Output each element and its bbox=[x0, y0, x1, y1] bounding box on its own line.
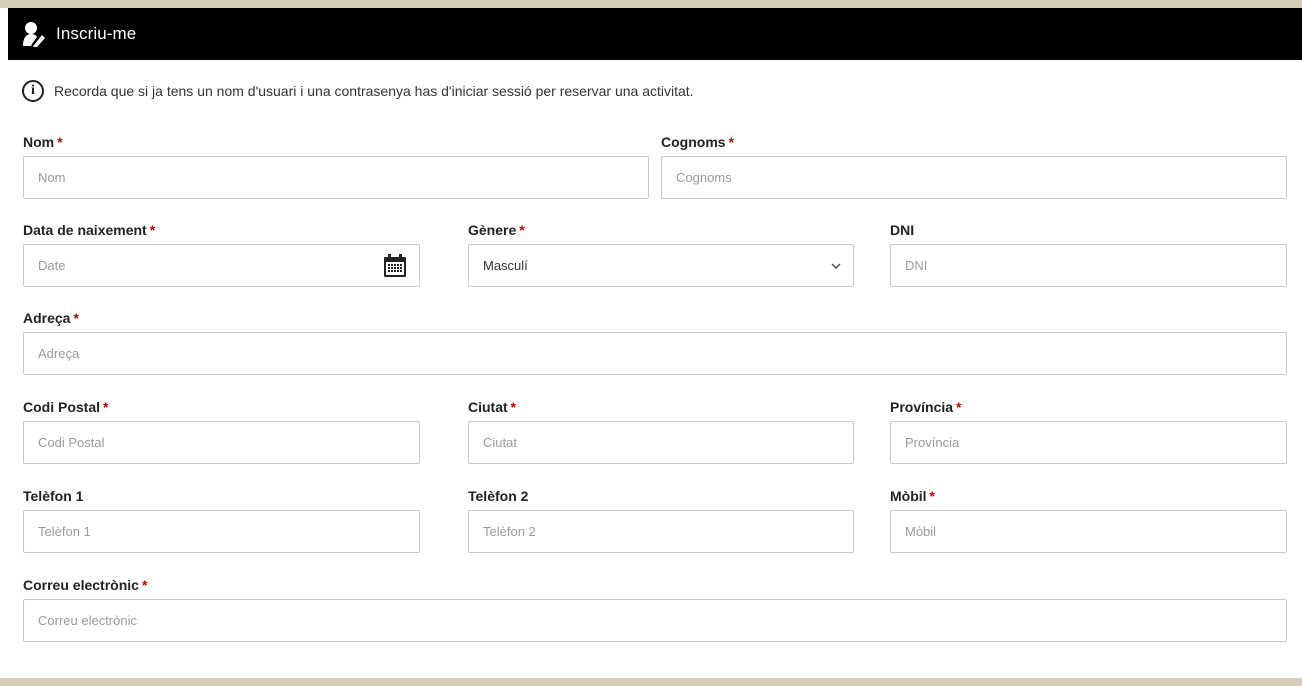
telefon1-label: Telèfon 1 bbox=[23, 488, 84, 504]
ciutat-input[interactable]: Ciutat bbox=[468, 421, 854, 464]
telefon2-input[interactable]: Telèfon 2 bbox=[468, 510, 854, 553]
field-dni: DNI DNI bbox=[890, 220, 1287, 287]
ciutat-label: Ciutat * bbox=[468, 399, 517, 415]
field-telefon1: Telèfon 1 Telèfon 1 bbox=[23, 486, 420, 553]
codi-postal-label: Codi Postal * bbox=[23, 399, 109, 415]
telefon1-input[interactable]: Telèfon 1 bbox=[23, 510, 420, 553]
nom-label: Nom * bbox=[23, 134, 63, 150]
codi-postal-input[interactable]: Codi Postal bbox=[23, 421, 420, 464]
field-provincia: Província * Província bbox=[890, 397, 1287, 464]
login-notice: i Recorda que si ja tens un nom d'usuari… bbox=[22, 80, 694, 102]
registration-panel: Inscriu-me i Recorda que si ja tens un n… bbox=[8, 8, 1302, 678]
info-icon: i bbox=[22, 80, 44, 102]
provincia-label: Província * bbox=[890, 399, 962, 415]
field-codi-postal: Codi Postal * Codi Postal bbox=[23, 397, 420, 464]
chevron-down-icon bbox=[831, 260, 841, 272]
field-telefon2: Telèfon 2 Telèfon 2 bbox=[468, 486, 854, 553]
mobil-label: Mòbil * bbox=[890, 488, 935, 504]
genere-select[interactable]: Masculí bbox=[468, 244, 854, 287]
provincia-input[interactable]: Província bbox=[890, 421, 1287, 464]
field-mobil: Mòbil * Mòbil bbox=[890, 486, 1287, 553]
field-data-naixement: Data de naixement * Date bbox=[23, 220, 420, 287]
calendar-icon[interactable] bbox=[383, 254, 407, 278]
dni-label: DNI bbox=[890, 222, 915, 238]
notice-text: Recorda que si ja tens un nom d'usuari i… bbox=[54, 83, 694, 99]
date-placeholder: Date bbox=[38, 258, 66, 273]
data-naixement-label: Data de naixement * bbox=[23, 222, 156, 238]
date-input[interactable]: Date bbox=[23, 244, 420, 287]
genere-selected-value: Masculí bbox=[483, 258, 528, 273]
field-nom: Nom * Nom bbox=[23, 132, 649, 199]
mobil-input[interactable]: Mòbil bbox=[890, 510, 1287, 553]
cognoms-input[interactable]: Cognoms bbox=[661, 156, 1287, 199]
field-ciutat: Ciutat * Ciutat bbox=[468, 397, 854, 464]
adreca-input[interactable]: Adreça bbox=[23, 332, 1287, 375]
top-strip bbox=[0, 0, 1302, 8]
field-adreca: Adreça * Adreça bbox=[23, 308, 1287, 375]
cognoms-label: Cognoms * bbox=[661, 134, 735, 150]
bottom-strip bbox=[0, 678, 1302, 686]
correu-label: Correu electrònic * bbox=[23, 577, 148, 593]
panel-title: Inscriu-me bbox=[56, 24, 137, 43]
correu-input[interactable]: Correu electrònic bbox=[23, 599, 1287, 642]
user-edit-icon bbox=[22, 21, 46, 47]
telefon2-label: Telèfon 2 bbox=[468, 488, 529, 504]
genere-label: Gènere * bbox=[468, 222, 525, 238]
dni-input[interactable]: DNI bbox=[890, 244, 1287, 287]
adreca-label: Adreça * bbox=[23, 310, 79, 326]
panel-header: Inscriu-me bbox=[8, 8, 1302, 60]
field-correu: Correu electrònic * Correu electrònic bbox=[23, 575, 1287, 642]
field-cognoms: Cognoms * Cognoms bbox=[661, 132, 1287, 199]
nom-input[interactable]: Nom bbox=[23, 156, 649, 199]
field-genere: Gènere * Masculí bbox=[468, 220, 854, 287]
